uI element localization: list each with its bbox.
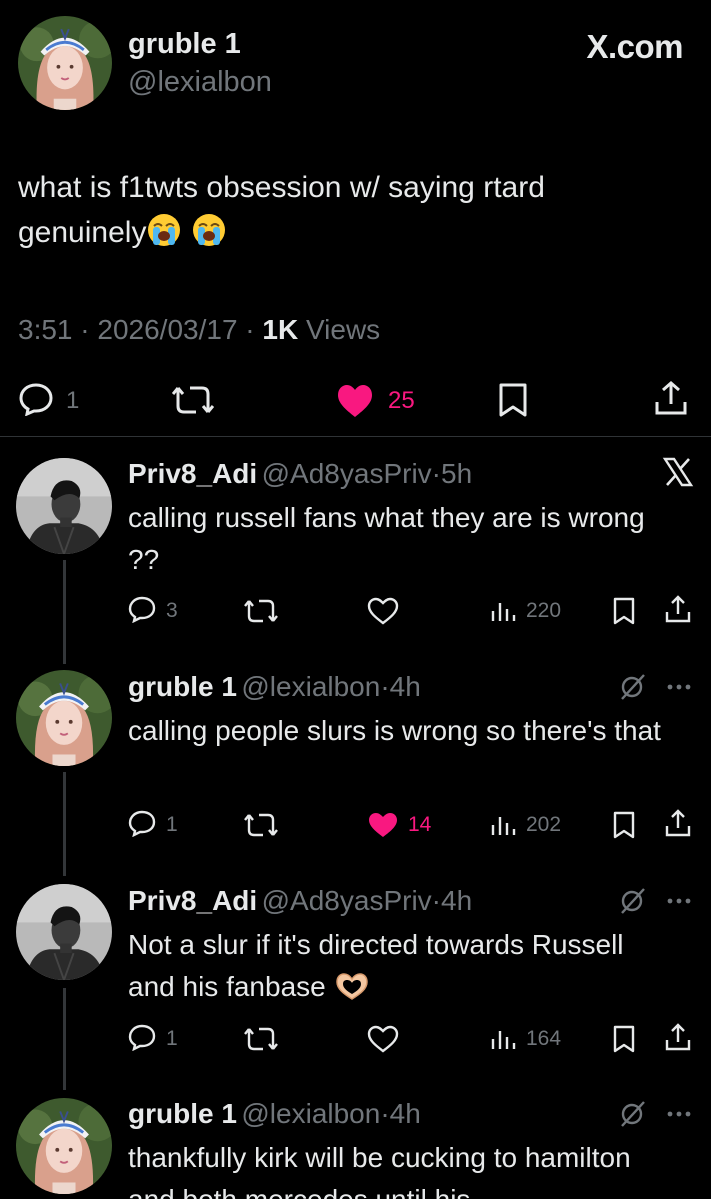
- reply-text: calling people slurs is wrong so there's…: [128, 715, 661, 746]
- like-count: 14: [408, 813, 432, 836]
- reply-time[interactable]: 4h: [441, 885, 472, 916]
- retweet-icon[interactable]: [172, 384, 214, 416]
- reply-header: Priv8_Adi @Ad8yasPriv·5h: [128, 458, 473, 489]
- bookmark-icon[interactable]: [498, 382, 528, 418]
- reply-author-handle[interactable]: @Ad8yasPriv: [262, 458, 432, 489]
- reply-count: 1: [66, 387, 80, 414]
- loudly-crying-face-icon: [192, 214, 225, 246]
- bookmark-icon[interactable]: [612, 1024, 636, 1054]
- reply-author-name[interactable]: Priv8_Adi: [128, 458, 257, 489]
- views-count: 202: [526, 813, 562, 836]
- reply-author-handle[interactable]: @lexialbon: [241, 671, 380, 702]
- x-logo-icon: [662, 457, 694, 487]
- reply-text: calling russell fans what they are is wr…: [128, 502, 645, 575]
- reply-header: Priv8_Adi @Ad8yasPriv·4h: [128, 885, 473, 916]
- reply-author-handle[interactable]: @Ad8yasPriv: [262, 885, 432, 916]
- thread-line: [63, 772, 66, 876]
- thread-line: [63, 560, 66, 664]
- views-icon[interactable]: [490, 1027, 516, 1051]
- like-icon[interactable]: [367, 811, 399, 839]
- tweet-text: what is f1twts obsession w/ saying rtard…: [18, 165, 668, 255]
- share-icon[interactable]: [664, 594, 692, 624]
- more-options-icon[interactable]: [666, 683, 692, 691]
- like-icon[interactable]: [367, 1025, 399, 1053]
- more-options-icon[interactable]: [666, 1110, 692, 1118]
- bookmark-icon[interactable]: [612, 596, 636, 626]
- thread-line: [63, 988, 66, 1090]
- reply-time[interactable]: 4h: [390, 671, 421, 702]
- share-icon[interactable]: [654, 380, 688, 416]
- reply-author-name[interactable]: gruble 1: [128, 671, 237, 702]
- like-icon[interactable]: [367, 597, 399, 625]
- views-icon[interactable]: [490, 813, 516, 837]
- avatar[interactable]: [16, 884, 112, 980]
- tweet-date[interactable]: 2026/03/17: [97, 314, 237, 345]
- retweet-icon[interactable]: [244, 812, 278, 838]
- divider: [0, 436, 711, 437]
- bookmark-icon[interactable]: [612, 810, 636, 840]
- reply-header: gruble 1 @lexialbon·4h: [128, 1098, 421, 1129]
- author-name[interactable]: gruble 1: [128, 28, 241, 61]
- heart-hands-icon: [335, 973, 368, 1000]
- avatar[interactable]: [16, 458, 112, 554]
- retweet-icon[interactable]: [244, 598, 278, 624]
- retweet-icon[interactable]: [244, 1026, 278, 1052]
- reply-icon[interactable]: [128, 596, 156, 623]
- tweet-time[interactable]: 3:51: [18, 314, 73, 345]
- tweet-text-body: what is f1twts obsession w/ saying rtard…: [18, 171, 545, 249]
- more-options-icon[interactable]: [666, 897, 692, 905]
- reply-icon[interactable]: [128, 1024, 156, 1051]
- grok-icon[interactable]: [618, 1100, 646, 1128]
- reply-time[interactable]: 5h: [441, 458, 472, 489]
- avatar[interactable]: [16, 1098, 112, 1194]
- views-count: 164: [526, 1027, 562, 1050]
- views-icon[interactable]: [490, 599, 516, 623]
- tweet-meta: 3:51 · 2026/03/17 · 1K Views: [18, 314, 381, 345]
- reply-icon[interactable]: [128, 810, 156, 837]
- reply-text: Not a slur if it's directed towards Russ…: [128, 924, 668, 1008]
- reply-icon[interactable]: [18, 382, 54, 416]
- grok-icon[interactable]: [618, 673, 646, 701]
- reply-text-body: Not a slur if it's directed towards Russ…: [128, 929, 624, 1002]
- reply-author-name[interactable]: Priv8_Adi: [128, 885, 257, 916]
- reply-time[interactable]: 4h: [390, 1098, 421, 1129]
- reply-text: thankfully kirk will be cucking to hamil…: [128, 1142, 631, 1199]
- author-handle[interactable]: @lexialbon: [128, 66, 272, 99]
- reply-count: 3: [166, 599, 178, 622]
- loudly-crying-face-icon: [148, 214, 181, 246]
- reply-author-handle[interactable]: @lexialbon: [241, 1098, 380, 1129]
- views-count: 220: [526, 599, 562, 622]
- avatar[interactable]: [18, 16, 112, 110]
- views-count: 1K: [262, 314, 299, 345]
- views-label: Views: [306, 314, 381, 345]
- share-icon[interactable]: [664, 1022, 692, 1052]
- reply-author-name[interactable]: gruble 1: [128, 1098, 237, 1129]
- reply-header: gruble 1 @lexialbon·4h: [128, 671, 421, 702]
- share-icon[interactable]: [664, 808, 692, 838]
- reply-count: 1: [166, 813, 178, 836]
- reply-count: 1: [166, 1027, 178, 1050]
- like-count: 25: [388, 387, 415, 414]
- like-icon[interactable]: [336, 384, 374, 418]
- avatar[interactable]: [16, 670, 112, 766]
- site-brand: X.com: [586, 28, 683, 65]
- grok-icon[interactable]: [618, 887, 646, 915]
